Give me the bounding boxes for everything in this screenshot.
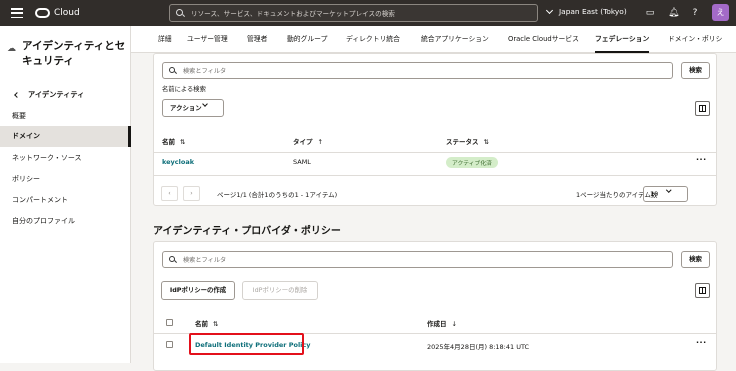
column-header-created[interactable]: 作成日 ↓	[427, 318, 457, 328]
sidebar-item-policies[interactable]: ポリシー	[0, 169, 131, 190]
idp-policies-card: 検索とフィルタ 検索 IdPポリシーの作成 IdPポリシーの削除 名前 ⇅ 作成日…	[153, 241, 717, 371]
sort-descending-icon: ↓	[451, 320, 457, 328]
idp-name-link[interactable]: keycloak	[162, 158, 194, 166]
notifications-bell-icon[interactable]: 🔔︎	[668, 8, 679, 18]
status-badge: アクティブ化済	[446, 157, 498, 168]
logo-text: Cloud	[54, 8, 80, 18]
sort-icon: ⇅	[213, 320, 219, 328]
sort-icon: ⇅	[483, 138, 489, 146]
search-icon	[169, 255, 178, 264]
actions-button-label: アクション	[170, 104, 202, 112]
divider	[154, 175, 716, 176]
tab-administrators[interactable]: 管理者	[247, 26, 267, 53]
policy-created-date: 2025年4月28日(月) 8:18:41 UTC	[427, 343, 530, 351]
hamburger-menu-icon[interactable]	[11, 8, 23, 18]
tab-user-management[interactable]: ユーザー管理	[187, 26, 228, 53]
tab-oracle-cloud-services[interactable]: Oracle Cloudサービス	[508, 26, 579, 53]
avatar[interactable]: え	[712, 4, 729, 21]
column-header-type[interactable]: タイプ ↑	[293, 136, 323, 146]
global-search-input[interactable]: リソース、サービス、ドキュメントおよびマーケットプレイスの検索	[169, 4, 538, 22]
delete-idp-policy-button[interactable]: IdPポリシーの削除	[242, 281, 318, 300]
tab-details[interactable]: 詳細	[158, 26, 172, 53]
sidebar: ☁ アイデンティティとセキュリティ アイデンティティ 概要 ドメイン ネットワー…	[0, 26, 131, 363]
filter-label: 名前による検索	[162, 86, 206, 93]
region-label: Japan East (Tokyo)	[559, 7, 627, 16]
column-manage-icon[interactable]	[695, 283, 710, 298]
cloud-shell-icon[interactable]: ▭	[645, 8, 655, 18]
chevron-down-icon	[202, 101, 208, 107]
chevron-down-icon	[665, 187, 671, 193]
search-placeholder: リソース、サービス、ドキュメントおよびマーケットプレイスの検索	[191, 10, 395, 18]
tab-federation[interactable]: フェデレーション	[595, 26, 650, 53]
tab-integrated-applications[interactable]: 統合アプリケーション	[421, 26, 489, 53]
select-all-checkbox[interactable]	[166, 319, 173, 326]
identity-security-icon: ☁	[7, 44, 16, 54]
tab-domain-policies[interactable]: ドメイン・ポリシ	[668, 26, 722, 53]
sort-ascending-icon: ↑	[317, 138, 323, 146]
row-checkbox[interactable]	[166, 341, 173, 348]
per-page-select[interactable]: 10	[643, 186, 688, 202]
sidebar-item-overview[interactable]: 概要	[0, 106, 131, 127]
policy-search-input[interactable]: 検索とフィルタ	[162, 251, 673, 268]
search-icon	[169, 66, 178, 75]
divider	[154, 152, 716, 153]
sidebar-item-compartments[interactable]: コンパートメント	[0, 190, 131, 211]
top-bar: Cloud リソース、サービス、ドキュメントおよびマーケットプレイスの検索 Ja…	[0, 0, 736, 26]
highlight-box	[189, 333, 304, 355]
actions-button[interactable]: アクション	[162, 99, 224, 117]
sort-icon: ⇅	[180, 138, 186, 146]
policy-section-title: アイデンティティ・プロバイダ・ポリシー	[153, 226, 341, 237]
sidebar-item-network-sources[interactable]: ネットワーク・ソース	[0, 148, 131, 169]
search-icon	[176, 8, 186, 18]
column-header-name[interactable]: 名前 ⇅	[195, 318, 218, 328]
domain-tabs: 詳細 ユーザー管理 管理者 動的グループ ディレクトリ統合 統合アプリケーション…	[131, 26, 736, 53]
chevron-down-icon	[545, 6, 554, 14]
idp-search-placeholder: 検索とフィルタ	[183, 68, 227, 75]
per-page-value: 10	[650, 190, 659, 198]
sidebar-title: アイデンティティとセキュリティ	[22, 40, 126, 67]
help-icon[interactable]: ?	[690, 8, 700, 18]
policy-search-button[interactable]: 検索	[681, 251, 710, 268]
oracle-cloud-logo[interactable]: Cloud	[35, 8, 80, 18]
sidebar-item-my-profile[interactable]: 自分のプロファイル	[0, 211, 131, 232]
tab-directory-integration[interactable]: ディレクトリ統合	[346, 26, 400, 53]
oracle-logo-icon	[35, 8, 50, 18]
column-header-status[interactable]: ステータス ⇅	[446, 136, 489, 146]
policy-search-placeholder: 検索とフィルタ	[183, 257, 227, 264]
column-manage-icon[interactable]	[695, 101, 710, 116]
pagination-info: ページ1/1 (合計1のうちの1 - 1アイテム)	[217, 191, 338, 199]
idp-type: SAML	[293, 158, 311, 166]
chevron-left-icon	[14, 92, 20, 98]
idp-search-input[interactable]: 検索とフィルタ	[162, 62, 673, 79]
identity-providers-card: 検索とフィルタ 検索 名前による検索 アクション 名前 ⇅ タイプ ↑ ステータス ⇅…	[153, 53, 717, 206]
previous-page-icon[interactable]: ‹	[161, 186, 178, 201]
column-header-name[interactable]: 名前 ⇅	[162, 136, 185, 146]
row-actions-icon[interactable]: ···	[696, 338, 707, 347]
create-idp-policy-button[interactable]: IdPポリシーの作成	[161, 281, 235, 300]
tab-dynamic-groups[interactable]: 動的グループ	[287, 26, 327, 53]
sidebar-back-label: アイデンティティ	[28, 90, 85, 99]
region-selector[interactable]: Japan East (Tokyo)	[545, 6, 627, 16]
sidebar-item-domains[interactable]: ドメイン	[0, 126, 131, 147]
next-page-icon[interactable]: ›	[183, 186, 200, 201]
sidebar-back-link[interactable]: アイデンティティ	[14, 90, 85, 100]
idp-search-button[interactable]: 検索	[681, 62, 710, 79]
row-actions-icon[interactable]: ···	[696, 155, 707, 164]
